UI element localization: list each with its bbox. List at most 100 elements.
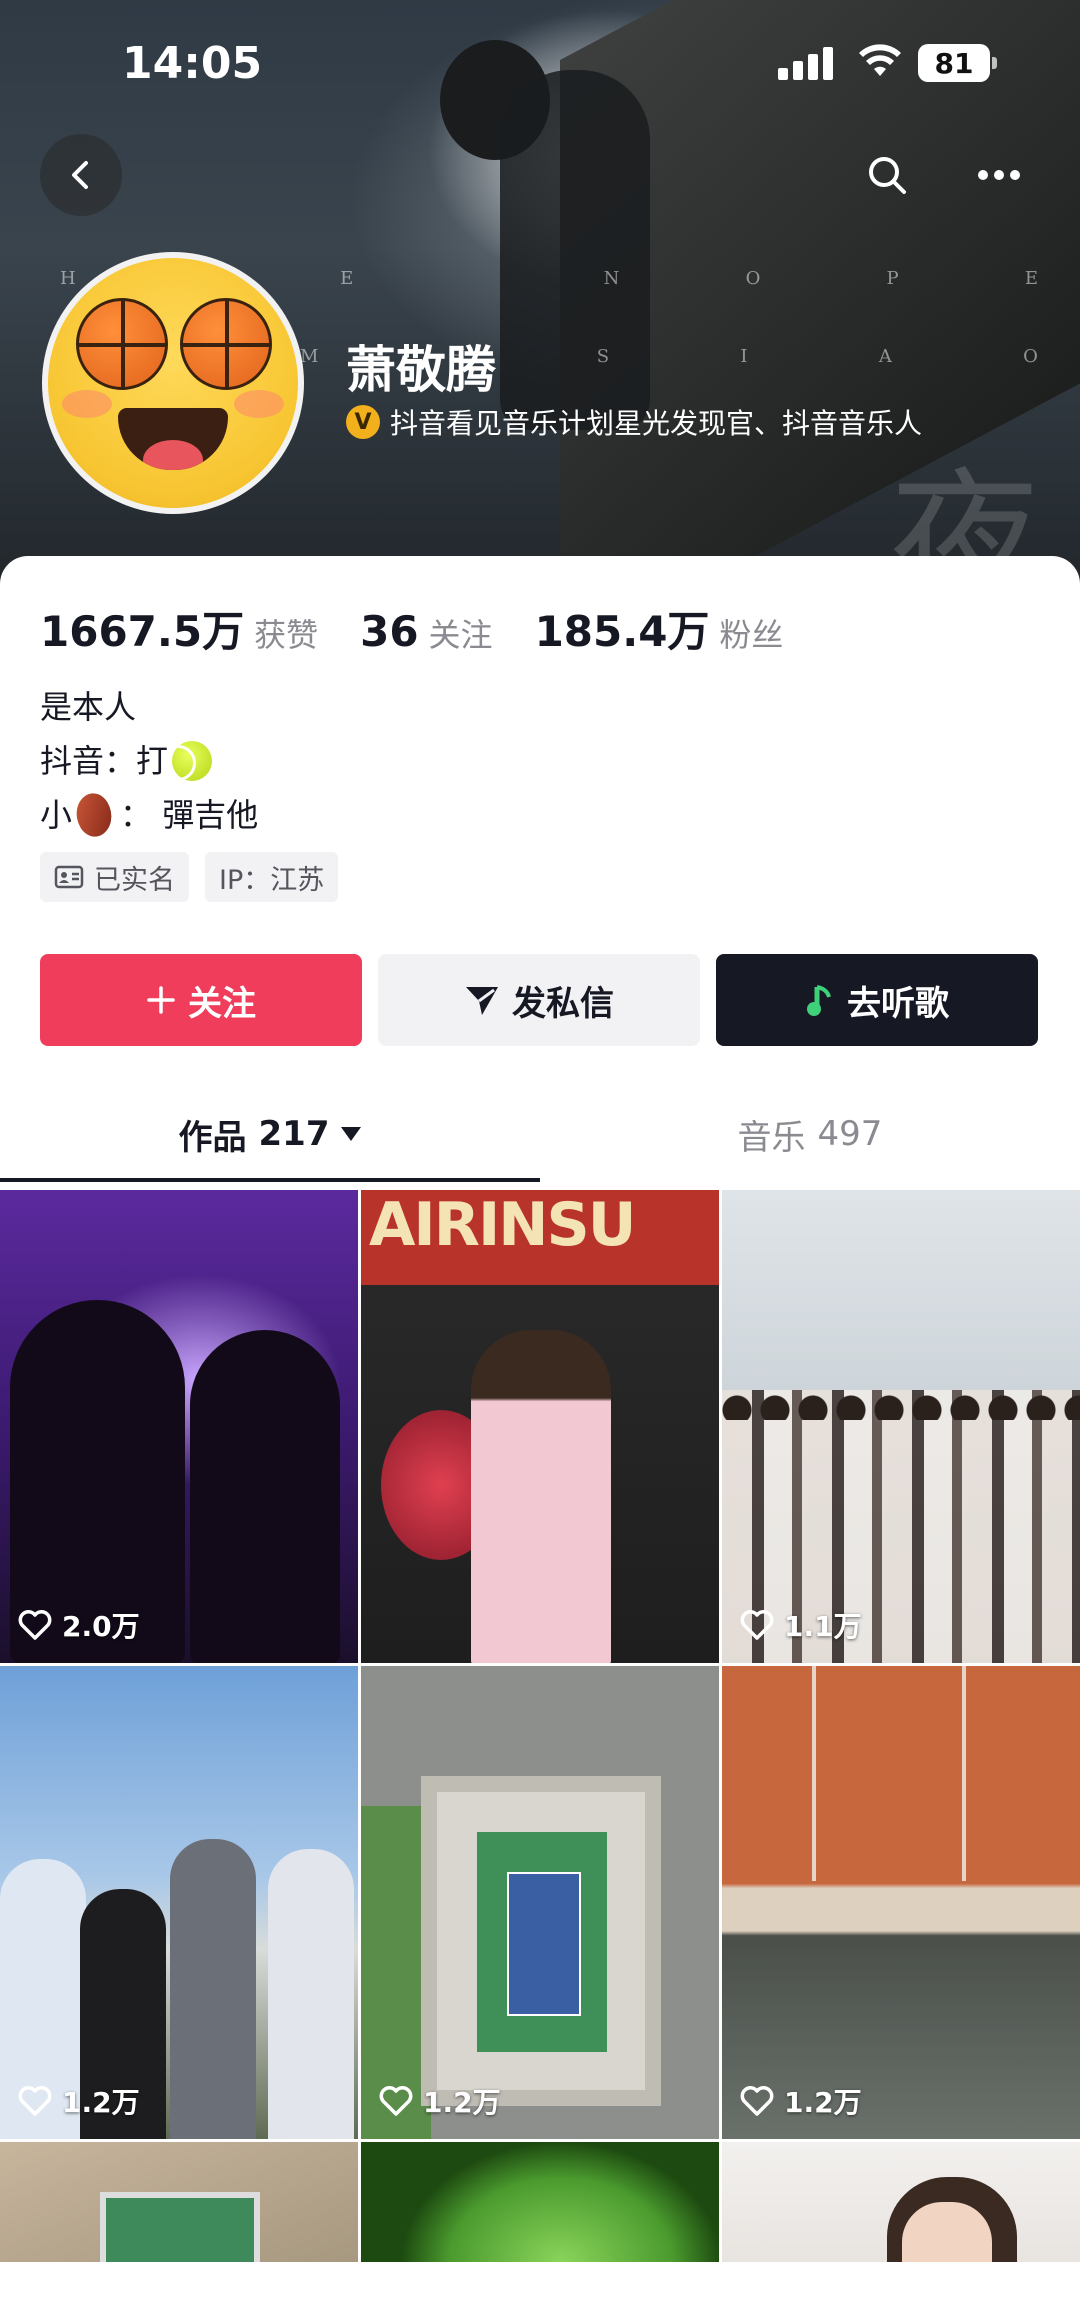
cover-letter: O bbox=[745, 268, 763, 289]
post-court bbox=[100, 2192, 260, 2262]
stats-row: 1667.5万 获赞 36 关注 185.4万 粉丝 bbox=[40, 598, 825, 659]
cover-letter: S bbox=[596, 346, 612, 367]
post-thumbnail[interactable]: AIRINSU bbox=[361, 1190, 719, 1663]
heart-icon bbox=[740, 1610, 774, 1640]
cover-letter: A bbox=[878, 346, 894, 367]
caret-down-icon bbox=[341, 1127, 362, 1141]
status-time: 14:05 bbox=[122, 38, 263, 89]
listen-button[interactable]: 去听歌 bbox=[716, 954, 1038, 1046]
post-court bbox=[477, 1832, 607, 2052]
tab-indicator bbox=[0, 1178, 540, 1182]
likes-count: 1.2万 bbox=[62, 2086, 140, 2119]
message-button[interactable]: 发私信 bbox=[378, 954, 700, 1046]
posts-grid: 2.0万 AIRINSU 1.1万 1.2万 1.2万 1.2万 bbox=[0, 1190, 1080, 2262]
stat-followers[interactable]: 185.4万 粉丝 bbox=[535, 598, 784, 659]
search-button[interactable] bbox=[846, 134, 928, 216]
heart-icon bbox=[740, 2086, 774, 2116]
more-dots-icon bbox=[978, 170, 1020, 180]
post-likes: 2.0万 bbox=[18, 1605, 140, 1645]
verification-text: 抖音看见音乐计划星光发现官、抖音音乐人 bbox=[390, 407, 923, 440]
post-crowd-heads bbox=[722, 1380, 1080, 1460]
cover-letter: P bbox=[886, 268, 901, 289]
action-buttons: 关注 发私信 去听歌 bbox=[40, 954, 1038, 1046]
likes-count: 1.2万 bbox=[784, 2086, 862, 2119]
bio-text: 是本人 bbox=[40, 688, 137, 726]
profile-name: 萧敬腾 bbox=[346, 341, 496, 399]
message-label: 发私信 bbox=[512, 983, 614, 1024]
follow-label: 关注 bbox=[188, 983, 256, 1024]
tag-label: IP：江苏 bbox=[219, 864, 325, 896]
stat-number: 1667.5万 bbox=[40, 607, 245, 656]
tab-music[interactable]: 音乐 497 bbox=[540, 1070, 1080, 1198]
bio-text: ： 彈吉他 bbox=[120, 796, 259, 834]
post-thumbnail[interactable]: 1.2万 bbox=[0, 1666, 358, 2139]
post-thumbnail[interactable]: 2.0万 bbox=[0, 1190, 358, 1663]
tag-realname: 已实名 bbox=[40, 852, 189, 902]
music-note-icon bbox=[807, 985, 831, 1016]
basketball-eye-right bbox=[180, 298, 272, 390]
stat-label: 关注 bbox=[428, 616, 493, 654]
bio-line: 小 ： 彈吉他 bbox=[40, 787, 259, 843]
likes-count: 2.0万 bbox=[62, 1610, 140, 1643]
back-button[interactable] bbox=[40, 134, 122, 216]
blush-left bbox=[62, 390, 112, 418]
heart-icon bbox=[18, 2086, 52, 2116]
post-likes: 1.2万 bbox=[18, 2081, 140, 2121]
tab-label: 音乐 bbox=[737, 1117, 806, 1158]
post-thumbnail[interactable]: 1.2万 bbox=[361, 1666, 719, 2139]
cover-letter: E bbox=[1024, 268, 1040, 289]
bio-text: 抖音：打 bbox=[40, 742, 169, 780]
listen-label: 去听歌 bbox=[847, 983, 949, 1024]
likes-count: 1.1万 bbox=[784, 1610, 862, 1643]
heart-icon bbox=[18, 1610, 52, 1640]
silhouette bbox=[190, 1330, 340, 1663]
tab-count: 497 bbox=[817, 1114, 883, 1154]
bio: 是本人 抖音：打 小 ： 彈吉他 bbox=[40, 680, 259, 843]
avatar-emoji bbox=[48, 258, 298, 508]
more-button[interactable] bbox=[958, 134, 1040, 216]
verification-row: V 抖音看见音乐计划星光发现官、抖音音乐人 bbox=[346, 402, 922, 442]
heart-icon bbox=[379, 2086, 413, 2116]
verified-icon: V bbox=[346, 405, 380, 439]
cover-letter: H bbox=[60, 268, 78, 289]
post-banner: AIRINSU bbox=[361, 1190, 719, 1285]
stat-label: 获赞 bbox=[254, 616, 319, 654]
profile-tags: 已实名 IP：江苏 bbox=[40, 852, 339, 902]
stat-label: 粉丝 bbox=[719, 616, 784, 654]
cover-letter: N bbox=[603, 268, 622, 289]
status-bar: 14:05 81 bbox=[0, 0, 1080, 120]
post-likes: 1.2万 bbox=[379, 2081, 501, 2121]
follow-button[interactable]: 关注 bbox=[40, 954, 362, 1046]
tab-count: 217 bbox=[258, 1114, 330, 1154]
id-card-icon bbox=[54, 865, 84, 889]
basketball-eye-left bbox=[76, 298, 168, 390]
post-thumbnail[interactable]: 1.2万 bbox=[722, 1666, 1080, 2139]
cover-figure bbox=[500, 70, 650, 430]
tab-label: 作品 bbox=[178, 1117, 247, 1158]
post-thumbnail[interactable] bbox=[722, 2142, 1080, 2262]
avatar-mouth bbox=[118, 408, 228, 470]
cover-letter: E bbox=[340, 268, 356, 289]
search-icon bbox=[869, 157, 906, 194]
battery-icon: 81 bbox=[918, 44, 997, 82]
wifi-icon bbox=[859, 44, 901, 76]
stat-likes: 1667.5万 获赞 bbox=[40, 598, 318, 659]
post-person bbox=[170, 1839, 256, 2139]
post-likes: 1.1万 bbox=[740, 1605, 862, 1645]
bio-line: 是本人 bbox=[40, 680, 258, 734]
chevron-left-icon bbox=[72, 161, 88, 189]
stat-following[interactable]: 36 关注 bbox=[360, 607, 492, 656]
stat-number: 185.4万 bbox=[534, 607, 710, 656]
cover-letter: O bbox=[1023, 346, 1040, 367]
post-likes: 1.2万 bbox=[740, 2081, 862, 2121]
plus-icon bbox=[147, 986, 175, 1014]
court-line bbox=[962, 1666, 966, 1881]
post-thumbnail[interactable] bbox=[361, 2142, 719, 2262]
cover-letter: I bbox=[740, 346, 750, 367]
bio-text: 小 bbox=[40, 796, 73, 834]
bio-line: 抖音：打 bbox=[40, 734, 258, 788]
stat-number: 36 bbox=[360, 607, 419, 656]
avatar[interactable] bbox=[42, 252, 304, 514]
post-thumbnail[interactable]: 1.1万 bbox=[722, 1190, 1080, 1663]
post-thumbnail[interactable] bbox=[0, 2142, 358, 2262]
